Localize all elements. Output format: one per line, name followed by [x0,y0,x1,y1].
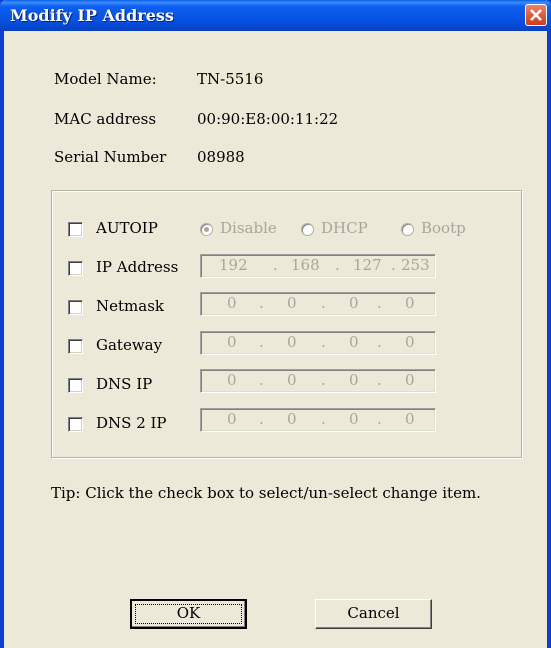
ip-address-field[interactable]: 192 . 168 . 127 . 253 [200,254,436,278]
octet-dot: . [321,294,326,312]
octet-3: 0 [349,333,359,351]
octet-3: 127 [353,256,382,274]
serial-number-value: 08988 [197,148,245,166]
cancel-button-label: Cancel [347,604,400,622]
octet-dot: . [273,256,278,274]
octet-2: 0 [287,371,297,389]
octet-dot: . [259,371,264,389]
octet-dot: . [321,410,326,428]
dns-ip-field[interactable]: 0 . 0 . 0 . 0 [200,369,436,393]
octet-4: 253 [401,256,430,274]
netmask-field[interactable]: 0 . 0 . 0 . 0 [200,292,436,316]
octet-dot: . [377,410,382,428]
dns-ip-checkbox[interactable] [68,378,83,393]
focus-rect [135,604,242,624]
octet-4: 0 [405,371,415,389]
gateway-label: Gateway [96,336,163,354]
octet-2: 0 [287,410,297,428]
cancel-button[interactable]: Cancel [315,599,432,629]
octet-1: 0 [227,333,237,351]
ip-address-checkbox[interactable] [68,261,83,276]
octet-4: 0 [405,333,415,351]
dns2-ip-field[interactable]: 0 . 0 . 0 . 0 [200,408,436,432]
octet-2: 168 [291,256,320,274]
close-icon [530,9,542,21]
radio-disable[interactable] [200,223,213,236]
netmask-label: Netmask [96,297,164,315]
octet-dot: . [321,333,326,351]
modify-ip-dialog: Modify IP Address Model Name: TN-5516 MA… [0,0,551,648]
ip-address-label: IP Address [96,258,179,276]
title-bar[interactable]: Modify IP Address [0,0,551,31]
octet-dot: . [377,294,382,312]
octet-4: 0 [405,294,415,312]
gateway-checkbox[interactable] [68,339,83,354]
window-title: Modify IP Address [10,6,174,25]
model-name-value: TN-5516 [197,70,264,88]
radio-disable-label: Disable [220,219,277,237]
octet-dot: . [377,333,382,351]
octet-1: 0 [227,371,237,389]
dns2-ip-label: DNS 2 IP [96,414,167,432]
octet-dot: . [335,256,340,274]
model-name-label: Model Name: [54,70,157,88]
dns2-ip-checkbox[interactable] [68,417,83,432]
octet-1: 0 [227,410,237,428]
octet-dot: . [377,371,382,389]
autoip-label: AUTOIP [96,219,158,237]
netmask-checkbox[interactable] [68,300,83,315]
ok-button[interactable]: OK [130,599,247,629]
octet-3: 0 [349,410,359,428]
gateway-field[interactable]: 0 . 0 . 0 . 0 [200,331,436,355]
dns-ip-label: DNS IP [96,375,153,393]
octet-dot: . [321,371,326,389]
octet-4: 0 [405,410,415,428]
octet-dot: . [259,294,264,312]
octet-2: 0 [287,333,297,351]
octet-2: 0 [287,294,297,312]
octet-1: 192 [219,256,248,274]
close-button[interactable] [525,4,547,26]
serial-number-label: Serial Number [54,148,167,166]
radio-bootp-label: Bootp [421,219,466,237]
radio-dhcp[interactable] [301,223,314,236]
radio-bootp[interactable] [401,223,414,236]
radio-dhcp-label: DHCP [321,219,368,237]
octet-3: 0 [349,371,359,389]
octet-3: 0 [349,294,359,312]
radio-selected-dot [204,227,209,232]
tip-text: Tip: Click the check box to select/un-se… [51,484,481,502]
mac-address-label: MAC address [54,110,157,128]
octet-1: 0 [227,294,237,312]
mac-address-value: 00:90:E8:00:11:22 [197,110,339,128]
octet-dot: . [259,410,264,428]
octet-dot: . [391,256,396,274]
octet-dot: . [259,333,264,351]
autoip-checkbox[interactable] [68,222,83,237]
